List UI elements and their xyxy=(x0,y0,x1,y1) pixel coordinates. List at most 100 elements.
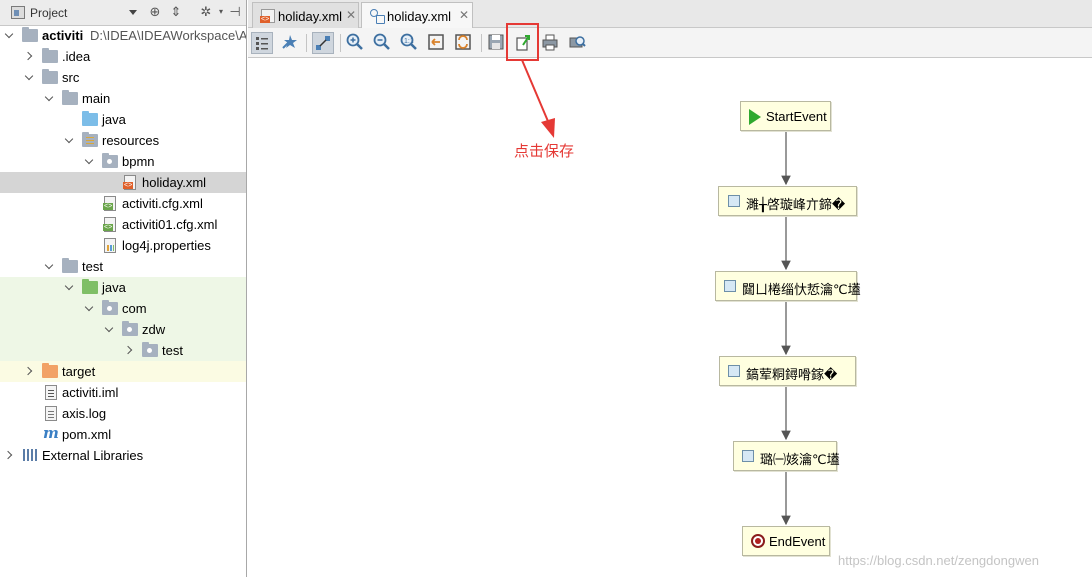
start-event-node[interactable]: StartEvent xyxy=(740,101,831,131)
designer-toolbar: 1:1 xyxy=(248,28,1092,58)
tree-item-test-package[interactable]: test xyxy=(0,340,246,361)
structure-view-icon xyxy=(256,37,268,50)
tree-item-com[interactable]: com xyxy=(0,298,246,319)
collapse-arrow-icon[interactable] xyxy=(85,156,95,166)
highlight-box xyxy=(506,23,539,61)
actual-size-button[interactable]: 1:1 xyxy=(399,32,421,54)
print-preview-button[interactable] xyxy=(567,32,589,54)
tree-item-label: External Libraries xyxy=(42,448,144,463)
layout-icon xyxy=(455,34,471,50)
expand-arrow-icon[interactable] xyxy=(5,450,15,460)
tree-item-label: axis.log xyxy=(62,406,107,421)
expand-arrow-icon[interactable] xyxy=(25,51,35,61)
test-source-folder-icon xyxy=(82,279,98,294)
expand-arrow-icon[interactable] xyxy=(25,366,35,376)
tree-item-label: zdw xyxy=(142,322,166,337)
source-folder-icon xyxy=(82,111,98,126)
collapse-arrow-icon[interactable] xyxy=(45,261,55,271)
tree-item-main[interactable]: main xyxy=(0,88,246,109)
folder-icon xyxy=(62,90,78,105)
collapse-all-icon[interactable]: ⇕ xyxy=(169,5,183,19)
collapse-arrow-icon[interactable] xyxy=(105,324,115,334)
tree-item-label: holiday.xml xyxy=(142,175,207,190)
tree-item-label: activiti.iml xyxy=(62,385,119,400)
node-label: EndEvent xyxy=(769,534,826,549)
close-icon[interactable]: ✕ xyxy=(459,8,469,22)
print-button[interactable] xyxy=(540,32,562,54)
user-task-node[interactable]: 璐㈠姟瀹℃壒 xyxy=(733,441,840,471)
print-icon xyxy=(542,34,558,51)
user-task-node[interactable]: 濉╁啓璇峰亣鍗� xyxy=(718,186,857,216)
diagram-canvas[interactable]: StartEvent 濉╁啓璇峰亣鍗� 閮ㄩ棬缁忕悊瀹℃壒 鎬荤粡鐞嗗鎵� 璐㈠… xyxy=(248,59,1092,577)
tree-item-external-libraries[interactable]: External Libraries xyxy=(0,445,246,466)
sequence-flow-layer xyxy=(781,131,791,526)
tree-item-bpmn[interactable]: bpmn xyxy=(0,151,246,172)
folder-icon xyxy=(62,258,78,273)
svg-text:1:1: 1:1 xyxy=(404,38,414,45)
toolbar-separator xyxy=(306,34,307,52)
user-task-node[interactable]: 鎬荤粡鐞嗗鎵� xyxy=(719,356,856,386)
expand-arrow-icon[interactable] xyxy=(125,345,135,355)
collapse-arrow-icon[interactable] xyxy=(5,30,15,40)
gear-dropdown-icon[interactable]: ▾ xyxy=(214,5,228,19)
zoom-in-button[interactable] xyxy=(345,32,367,54)
project-view-dropdown-icon[interactable] xyxy=(129,10,137,15)
node-label: 濉╁啓璇峰亣鍗� xyxy=(746,197,846,212)
select-icon xyxy=(282,35,297,49)
tab-label: holiday.xml xyxy=(387,9,452,24)
tree-item-activiti01-cfg-xml[interactable]: activiti01.cfg.xml xyxy=(0,214,246,235)
tree-item-target[interactable]: target xyxy=(0,361,246,382)
scroll-from-source-icon[interactable]: ⊕ xyxy=(148,5,162,19)
tree-item-holiday-xml[interactable]: holiday.xml xyxy=(0,172,246,193)
collapse-arrow-icon[interactable] xyxy=(65,282,75,292)
tree-item-activiti-iml[interactable]: activiti.iml xyxy=(0,382,246,403)
end-event-node[interactable]: EndEvent xyxy=(742,526,830,556)
tree-item-java-main[interactable]: java xyxy=(0,109,246,130)
tree-item-activiti[interactable]: activiti D:\IDEA\IDEAWorkspace\A xyxy=(0,25,246,46)
collapse-arrow-icon[interactable] xyxy=(85,303,95,313)
tree-item-axis-log[interactable]: axis.log xyxy=(0,403,246,424)
tree-item-label: com xyxy=(122,301,147,316)
tree-item-resources[interactable]: resources xyxy=(0,130,246,151)
collapse-arrow-icon[interactable] xyxy=(45,93,55,103)
tree-item-pom-xml[interactable]: m pom.xml xyxy=(0,424,246,445)
bpmn-designer-icon xyxy=(370,9,385,24)
tree-item-label: log4j.properties xyxy=(122,238,211,253)
fit-button[interactable] xyxy=(426,32,448,54)
preview-icon xyxy=(569,36,586,48)
zoom-in-icon xyxy=(346,33,363,50)
end-event-icon xyxy=(751,534,765,548)
fit-icon xyxy=(428,34,444,50)
collapse-arrow-icon[interactable] xyxy=(25,72,35,82)
module-folder-icon xyxy=(22,27,38,42)
tree-item-activiti-cfg-xml[interactable]: activiti.cfg.xml xyxy=(0,193,246,214)
user-task-node[interactable]: 閮ㄩ棬缁忕悊瀹℃壒 xyxy=(715,271,861,301)
tree-item-java-test[interactable]: java xyxy=(0,277,246,298)
tree-item-log4j-properties[interactable]: log4j.properties xyxy=(0,235,246,256)
tree-item-idea[interactable]: .idea xyxy=(0,46,246,67)
project-panel-title[interactable]: Project xyxy=(30,6,67,20)
tab-holiday-xml-source[interactable]: holiday.xml ✕ xyxy=(252,2,359,28)
zoom-out-button[interactable] xyxy=(372,32,394,54)
gear-icon[interactable]: ✲ xyxy=(199,5,213,19)
save-diagram-button[interactable] xyxy=(486,32,508,54)
close-icon[interactable]: ✕ xyxy=(346,8,356,22)
connect-icon xyxy=(316,36,330,50)
tree-item-zdw[interactable]: zdw xyxy=(0,319,246,340)
tree-item-label: activiti.cfg.xml xyxy=(122,196,203,211)
layout-button[interactable] xyxy=(453,32,475,54)
collapse-arrow-icon[interactable] xyxy=(65,135,75,145)
connect-button[interactable] xyxy=(312,32,334,54)
package-folder-icon xyxy=(122,321,138,336)
tree-item-test[interactable]: test xyxy=(0,256,246,277)
project-panel-header: Project ⊕ ⇕ ✲ ▾ ⊣ xyxy=(0,0,246,26)
xml-file-icon xyxy=(123,175,136,190)
folder-icon xyxy=(42,69,58,84)
select-button[interactable] xyxy=(279,32,301,54)
hide-panel-icon[interactable]: ⊣ xyxy=(228,5,242,19)
tab-holiday-xml-designer[interactable]: holiday.xml ✕ xyxy=(361,2,473,29)
structure-view-button[interactable] xyxy=(251,32,273,54)
toolbar-separator xyxy=(340,34,341,52)
tree-item-src[interactable]: src xyxy=(0,67,246,88)
tree-item-label: main xyxy=(82,91,111,106)
